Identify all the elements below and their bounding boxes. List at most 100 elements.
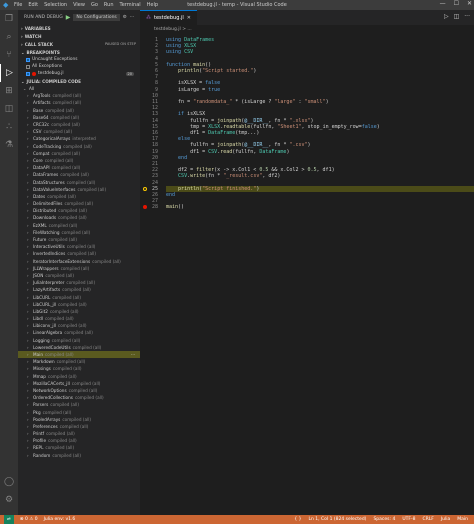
module-item[interactable]: › PooledArrays compiled (all) <box>18 416 140 423</box>
checkbox-checked-icon[interactable] <box>26 57 30 62</box>
checkbox-unchecked-icon[interactable] <box>26 64 30 69</box>
menu-go[interactable]: Go <box>91 2 98 8</box>
remote-explorer-icon[interactable]: ◫ <box>0 100 18 118</box>
module-item[interactable]: › Base compiled (all) <box>18 107 140 114</box>
status-item[interactable]: Ln 1, Col 1 (824 selected) <box>309 517 367 522</box>
module-item[interactable]: › Missings compiled (all) <box>18 365 140 372</box>
status-item[interactable]: Main <box>457 517 468 522</box>
more-actions-icon[interactable]: ··· <box>464 13 470 20</box>
breakpoint-file[interactable]: testdebug.jl 20 <box>18 70 140 77</box>
module-item[interactable]: › Printf compiled (all) <box>18 430 140 437</box>
menu-help[interactable]: Help <box>147 2 158 8</box>
module-item[interactable]: › NetworkOptions compiled (all) <box>18 387 140 394</box>
breakpoint-all[interactable]: All Exceptions <box>18 63 140 70</box>
tab-testdebug[interactable]: ⁂ testdebug.jl ✕ <box>140 10 197 25</box>
breakpoints-section-header[interactable]: ⌄ BREAKPOINTS <box>18 48 140 56</box>
manage-gear-icon[interactable]: ⚙ <box>0 491 18 509</box>
module-item[interactable]: › Logging compiled (all) <box>18 337 140 344</box>
search-icon[interactable]: ⌕ <box>0 28 18 46</box>
module-item[interactable]: › Dates compiled (all) <box>18 193 140 200</box>
module-item[interactable]: › Distributed compiled (all) <box>18 207 140 214</box>
module-item[interactable]: › Mmap compiled (all) <box>18 373 140 380</box>
menu-edit[interactable]: Edit <box>28 2 38 8</box>
module-item[interactable]: › JuliaInterpreter compiled (all) <box>18 279 140 286</box>
module-item[interactable]: › IteratorInterfaceExtensions compiled (al… <box>18 258 140 265</box>
module-item[interactable]: › LinearAlgebra compiled (all) <box>18 329 140 336</box>
module-item[interactable]: › DataStructures compiled (all) <box>18 178 140 185</box>
module-item[interactable]: › DataAPI compiled (all) <box>18 164 140 171</box>
compiled-all-item[interactable]: ⌄ All <box>18 85 140 92</box>
module-item[interactable]: › Core compiled (all) <box>18 157 140 164</box>
julia-env[interactable]: Julia env: v1.6 <box>44 517 76 522</box>
more-icon[interactable]: ··· <box>130 15 134 20</box>
menu-file[interactable]: File <box>14 2 22 8</box>
module-item[interactable]: › Downloads compiled (all) <box>18 214 140 221</box>
status-item[interactable]: UTF-8 <box>402 517 415 522</box>
module-item[interactable]: › LibGit2 compiled (all) <box>18 308 140 315</box>
account-icon[interactable]: ◯ <box>0 473 18 491</box>
extensions-icon[interactable]: ⊞ <box>0 82 18 100</box>
status-item[interactable]: { } <box>294 517 301 522</box>
module-item[interactable]: › Markdown compiled (all) <box>18 358 140 365</box>
module-item[interactable]: › DelimitedFiles compiled (all) <box>18 200 140 207</box>
close-tab-icon[interactable]: ✕ <box>187 15 191 21</box>
module-item[interactable]: › JLLWrappers compiled (all) <box>18 265 140 272</box>
module-item[interactable]: › Parsers compiled (all) <box>18 401 140 408</box>
variables-section-header[interactable]: › VARIABLES <box>18 24 140 32</box>
module-item[interactable]: › MozillaCACerts_jll compiled (all) <box>18 380 140 387</box>
menu-terminal[interactable]: Terminal <box>120 2 141 8</box>
source-control-icon[interactable]: ⑂ <box>0 46 18 64</box>
module-item[interactable]: › OrderedCollections compiled (all) <box>18 394 140 401</box>
run-debug-icon[interactable]: ▷ <box>0 64 18 82</box>
breadcrumb[interactable]: testdebug.jl > ... <box>140 25 474 33</box>
maximize-icon[interactable]: ☐ <box>454 0 459 7</box>
breakpoint-uncaught[interactable]: Uncaught Exceptions <box>18 56 140 63</box>
module-item[interactable]: › Future compiled (all) <box>18 236 140 243</box>
module-item[interactable]: › Preferences compiled (all) <box>18 423 140 430</box>
config-select[interactable]: No Configurations <box>73 13 120 21</box>
module-item[interactable]: › LoweredCodeUtils compiled (all) <box>18 344 140 351</box>
menu-view[interactable]: View <box>73 2 85 8</box>
module-item[interactable]: › LibCURL_jll compiled (all) <box>18 301 140 308</box>
gear-icon[interactable]: ⚙ <box>123 15 127 20</box>
module-item[interactable]: › Random compiled (all) <box>18 452 140 459</box>
checkbox-checked-icon[interactable] <box>26 71 30 76</box>
menu-selection[interactable]: Selection <box>44 2 67 8</box>
module-item[interactable]: › DataValueInterfaces compiled (all) <box>18 186 140 193</box>
julia-icon[interactable]: ∴ <box>0 118 18 136</box>
minimize-icon[interactable]: — <box>440 0 446 7</box>
current-step-breakpoint-icon[interactable] <box>143 186 147 191</box>
testing-icon[interactable]: ⚗ <box>0 136 18 154</box>
module-item[interactable]: › Pkg compiled (all) <box>18 408 140 415</box>
module-item[interactable]: › DataFrames compiled (all) <box>18 171 140 178</box>
explorer-icon[interactable]: ❐ <box>0 10 18 28</box>
status-item[interactable]: CRLF <box>422 517 433 522</box>
module-item[interactable]: › Libiconv_jll compiled (all) <box>18 322 140 329</box>
continue-icon[interactable]: ▷ <box>444 13 449 20</box>
module-item[interactable]: › Libdl compiled (all) <box>18 315 140 322</box>
module-item[interactable]: › Artifacts compiled (all) <box>18 99 140 106</box>
module-item[interactable]: › LibCURL compiled (all) <box>18 293 140 300</box>
module-item[interactable]: › CodeTracking compiled (all) <box>18 143 140 150</box>
module-item[interactable]: › InvertedIndices compiled (all) <box>18 250 140 257</box>
module-item[interactable]: › REPL compiled (all) <box>18 444 140 451</box>
module-item[interactable]: › Base64 compiled (all) <box>18 114 140 121</box>
module-item[interactable]: › Compat compiled (all) <box>18 150 140 157</box>
callstack-section-header[interactable]: › CALL STACK PAUSED ON STEP <box>18 40 140 48</box>
remote-icon[interactable]: ⇌ <box>4 515 14 524</box>
module-item[interactable]: › FileWatching compiled (all) <box>18 229 140 236</box>
split-editor-icon[interactable]: ◫ <box>454 13 460 20</box>
status-item[interactable]: Julia <box>441 517 450 522</box>
watch-section-header[interactable]: › WATCH <box>18 32 140 40</box>
close-icon[interactable]: ✕ <box>467 0 472 7</box>
module-item[interactable]: › CategoricalArrays interpreted <box>18 135 140 142</box>
menu-run[interactable]: Run <box>104 2 114 8</box>
start-debug-icon[interactable]: ▶ <box>66 14 71 21</box>
module-item[interactable]: › JSON compiled (all) <box>18 272 140 279</box>
module-item[interactable]: › Main compiled (all) ··· <box>18 350 140 359</box>
module-item[interactable]: › CRC32c compiled (all) <box>18 121 140 128</box>
more-icon[interactable]: ··· <box>131 352 135 357</box>
status-item[interactable]: Spaces: 4 <box>373 517 395 522</box>
module-item[interactable]: › LazyArtifacts compiled (all) <box>18 286 140 293</box>
module-item[interactable]: › Profile compiled (all) <box>18 437 140 444</box>
